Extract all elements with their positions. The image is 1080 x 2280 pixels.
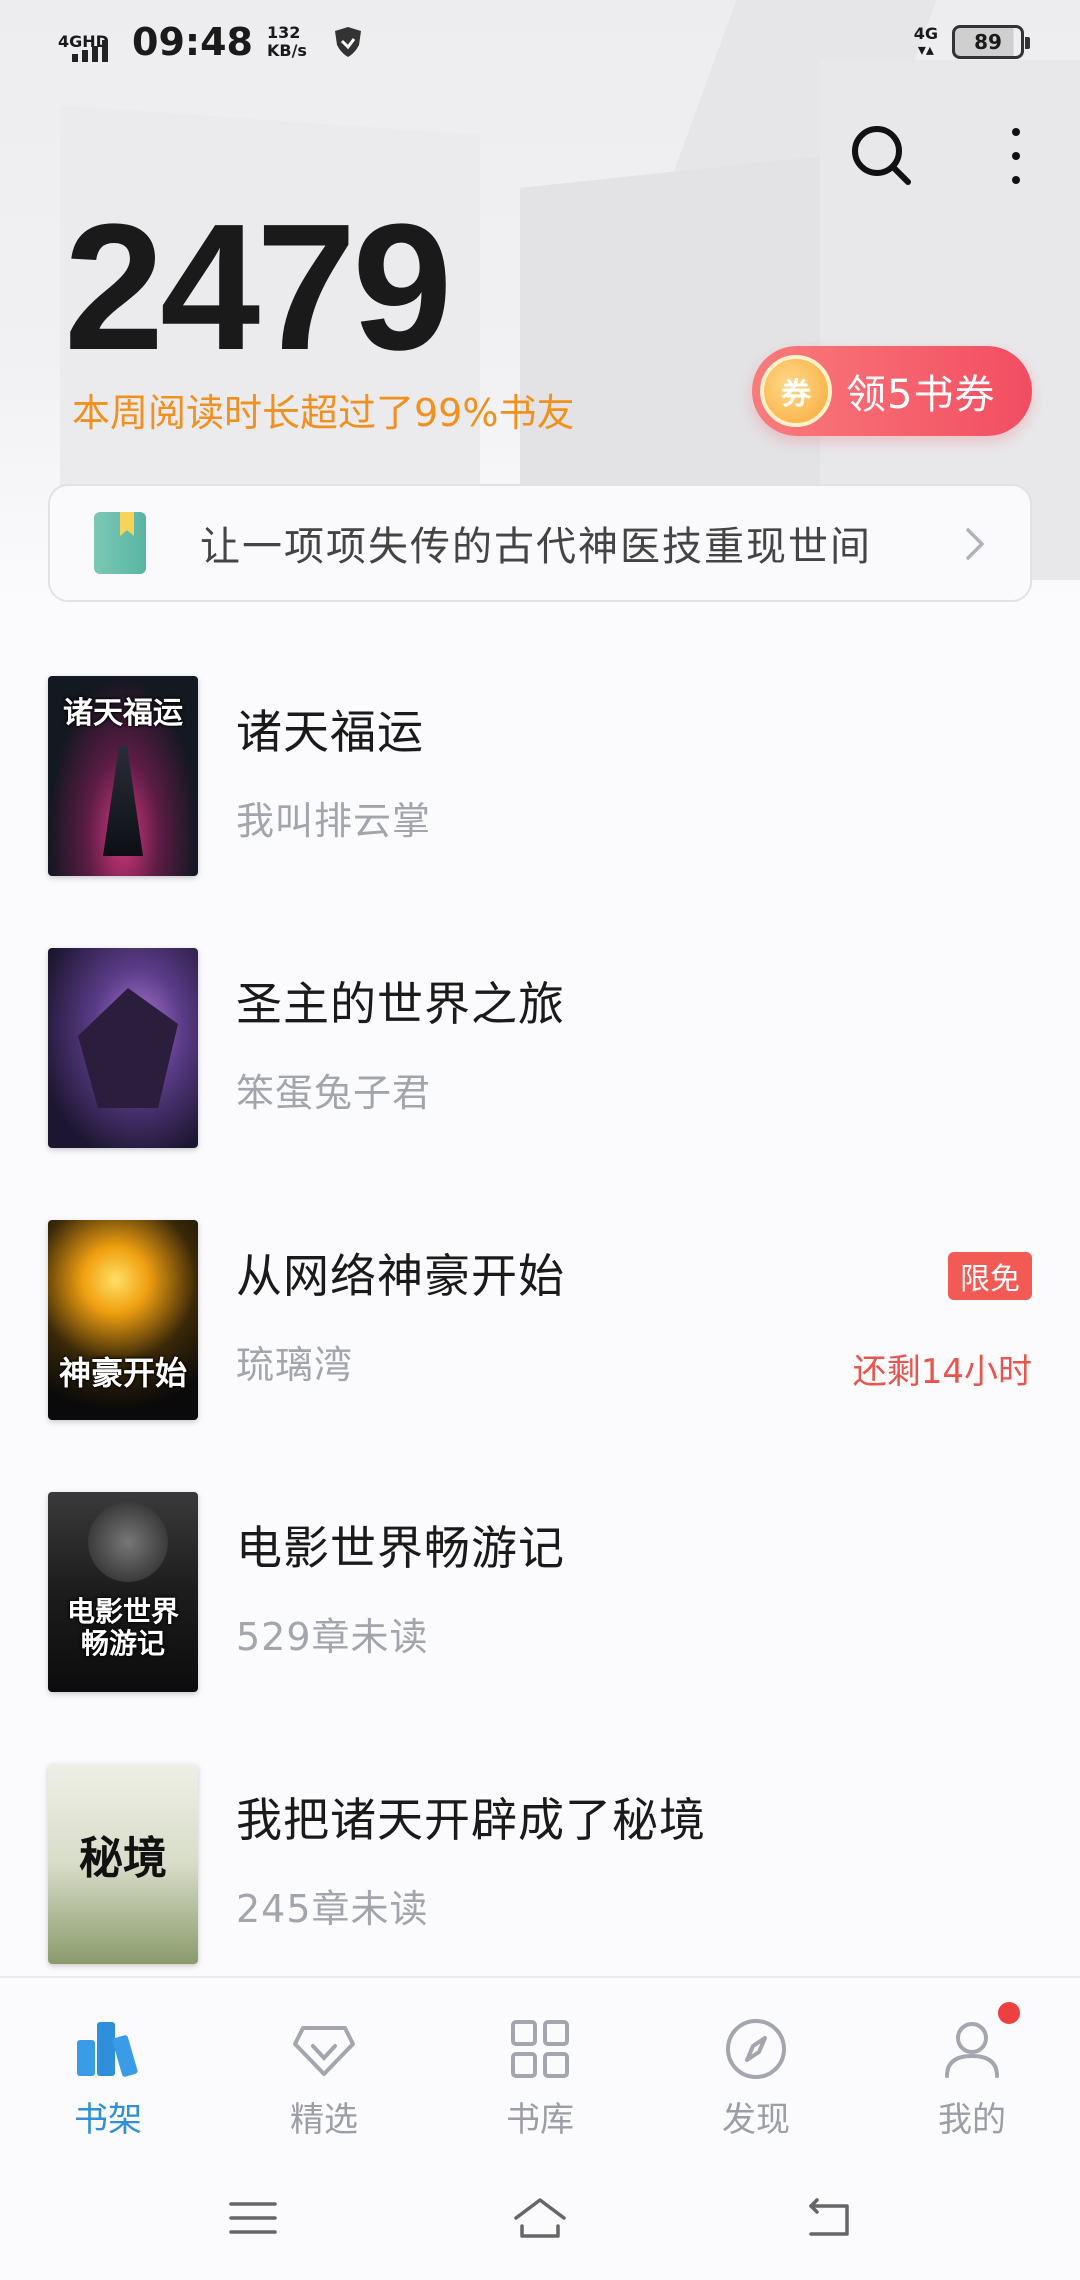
status-bar: 4GHD 09:48 132 KB/s 4G ▾▴ 89 <box>0 0 1080 84</box>
read-time-subtitle: 本周阅读时长超过了99%书友 <box>72 391 575 435</box>
coupon-label: 领5书券 <box>846 372 996 418</box>
more-vertical-icon[interactable] <box>996 124 1036 188</box>
free-badge: 限免 <box>948 1252 1032 1300</box>
weekly-read-count: 2479 <box>64 187 452 388</box>
chevron-right-icon <box>966 528 984 560</box>
book-author: 笨蛋兔子君 <box>236 1071 432 1115</box>
book-title: 诸天福运 <box>236 705 424 759</box>
diamond-icon <box>293 2026 355 2076</box>
battery-indicator: 89 <box>952 25 1030 59</box>
notification-dot <box>998 2002 1020 2024</box>
nav-profile[interactable]: 我的 <box>864 1978 1080 2156</box>
nav-discover[interactable]: 发现 <box>648 1978 864 2156</box>
network-type-right: 4G ▾▴ <box>913 24 938 59</box>
book-list-item[interactable]: 神豪开始 从网络神豪开始 琉璃湾 限免 还剩14小时 <box>48 1220 1032 1420</box>
book-cover[interactable]: 秘境 <box>48 1764 198 1964</box>
book-cover[interactable]: 神豪开始 <box>48 1220 198 1420</box>
clock: 09:48 <box>132 20 253 64</box>
book-title: 电影世界畅游记 <box>236 1521 565 1575</box>
book-cover[interactable]: 电影世界畅游记 <box>48 1492 198 1692</box>
book-title: 我把诸天开辟成了秘境 <box>236 1793 706 1847</box>
recommendation-text: 让一项项失传的古代神医技重现世间 <box>200 524 872 570</box>
network-speed: 132 KB/s <box>266 23 307 60</box>
free-time-remaining: 还剩14小时 <box>852 1352 1032 1392</box>
book-icon <box>94 512 146 574</box>
signal-icon <box>72 40 108 62</box>
book-progress: 529章未读 <box>236 1615 429 1659</box>
nav-featured[interactable]: 精选 <box>216 1978 432 2156</box>
book-list-item[interactable]: 诸天福运 诸天福运 我叫排云掌 <box>48 676 1032 876</box>
nav-library[interactable]: 书库 <box>432 1978 648 2156</box>
system-navigation-bar <box>0 2156 1080 2280</box>
book-cover[interactable]: 诸天福运 <box>48 676 198 876</box>
shield-icon <box>334 27 361 57</box>
book-progress: 245章未读 <box>236 1887 429 1931</box>
grid-icon <box>511 2020 569 2078</box>
book-list-item[interactable]: 圣主的世界之旅 笨蛋兔子君 <box>48 948 1032 1148</box>
back-icon[interactable] <box>797 2188 857 2248</box>
bottom-navigation: 书架 精选 书库 发现 我的 <box>0 1976 1080 2156</box>
user-icon <box>945 2022 999 2078</box>
search-icon[interactable] <box>848 122 914 188</box>
bookshelf-icon <box>77 2022 138 2077</box>
book-cover[interactable] <box>48 948 198 1148</box>
menu-icon[interactable] <box>223 2188 283 2248</box>
claim-coupon-button[interactable]: 券 领5书券 <box>752 346 1032 436</box>
book-list-item[interactable]: 电影世界畅游记 电影世界畅游记 529章未读 <box>48 1492 1032 1692</box>
book-title: 从网络神豪开始 <box>236 1249 565 1303</box>
recommendation-banner[interactable]: 让一项项失传的古代神医技重现世间 <box>48 484 1032 602</box>
compass-icon <box>726 2019 786 2079</box>
book-author: 琉璃湾 <box>236 1343 354 1387</box>
book-title: 圣主的世界之旅 <box>236 977 565 1031</box>
home-icon[interactable] <box>510 2188 570 2248</box>
book-list-item[interactable]: 秘境 我把诸天开辟成了秘境 245章未读 <box>48 1764 1032 1964</box>
book-author: 我叫排云掌 <box>236 799 432 843</box>
coupon-icon: 券 <box>760 355 832 427</box>
nav-bookshelf[interactable]: 书架 <box>0 1978 216 2156</box>
